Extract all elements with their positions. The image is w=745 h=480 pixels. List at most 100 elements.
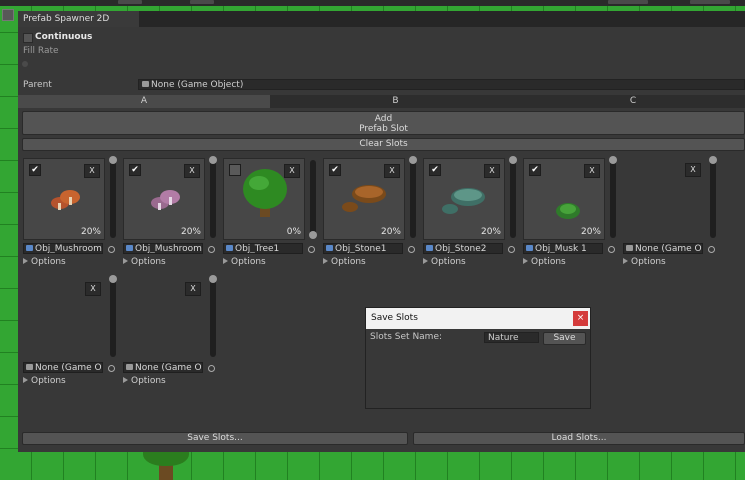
options-label: Options [131, 376, 166, 386]
foldout-arrow-icon [523, 258, 528, 264]
slot-options-foldout[interactable]: Options [423, 257, 466, 267]
slider-knob[interactable] [209, 156, 217, 164]
slot-weight-slider[interactable] [510, 160, 516, 238]
prefab-icon [226, 245, 233, 251]
remove-slot-button[interactable]: X [384, 164, 400, 178]
editor-top-toolbar [0, 0, 745, 6]
remove-slot-button[interactable]: X [185, 282, 201, 296]
slot-enabled-checkbox[interactable]: ✔ [329, 164, 341, 176]
slot-object-name: Obj_Tree1 [235, 244, 280, 254]
object-picker-icon[interactable] [308, 246, 315, 253]
slot-weight-slider[interactable] [610, 160, 616, 238]
slot-thumbnail[interactable]: X [23, 277, 105, 359]
object-picker-icon[interactable] [508, 246, 515, 253]
slot-object-field[interactable]: Obj_Stone2 [423, 243, 503, 254]
slot-weight-slider[interactable] [210, 160, 216, 238]
slider-knob[interactable] [109, 275, 117, 283]
object-picker-icon[interactable] [108, 365, 115, 372]
prefab-icon [126, 364, 133, 370]
slot-options-foldout[interactable]: Options [523, 257, 566, 267]
foldout-arrow-icon [423, 258, 428, 264]
toolbar-button[interactable] [690, 0, 730, 4]
slot-object-field[interactable]: Obj_Tree1 [223, 243, 303, 254]
dialog-save-button[interactable]: Save [543, 332, 586, 345]
slider-knob[interactable] [209, 275, 217, 283]
slot-options-foldout[interactable]: Options [323, 257, 366, 267]
slot-weight-slider[interactable] [110, 279, 116, 357]
load-slots-button[interactable]: Load Slots... [413, 432, 745, 445]
slots-set-name-input[interactable]: Nature [484, 332, 539, 343]
options-label: Options [531, 257, 566, 267]
slot-weight-slider[interactable] [410, 160, 416, 238]
slot-weight-slider[interactable] [310, 160, 316, 238]
remove-slot-button[interactable]: X [84, 164, 100, 178]
object-picker-icon[interactable] [208, 246, 215, 253]
slot-object-field[interactable]: None (Game Ob [123, 362, 203, 373]
slot-options-foldout[interactable]: Options [123, 376, 166, 386]
slot-options-foldout[interactable]: Options [123, 257, 166, 267]
slider-knob[interactable] [409, 156, 417, 164]
slider-knob[interactable] [509, 156, 517, 164]
save-slots-button[interactable]: Save Slots... [22, 432, 408, 445]
window-tab[interactable]: Prefab Spawner 2D [18, 11, 139, 27]
slot-object-field[interactable]: Obj_Mushroom1 [23, 243, 103, 254]
slot-weight-slider[interactable] [210, 279, 216, 357]
remove-slot-button[interactable]: X [184, 164, 200, 178]
close-icon[interactable]: × [573, 311, 588, 326]
slot-thumbnail[interactable]: X [123, 277, 205, 359]
foldout-arrow-icon [23, 377, 28, 383]
object-picker-icon[interactable] [408, 246, 415, 253]
column-c-header[interactable]: C [521, 95, 745, 108]
foldout-arrow-icon [23, 258, 28, 264]
remove-slot-button[interactable]: X [85, 282, 101, 296]
toolbar-button[interactable] [608, 0, 648, 4]
slot-enabled-checkbox[interactable] [229, 164, 241, 176]
object-picker-icon[interactable] [608, 246, 615, 253]
remove-slot-button[interactable]: X [484, 164, 500, 178]
scene-tool-icon[interactable] [2, 9, 14, 21]
column-b-header[interactable]: B [270, 95, 522, 108]
slot-enabled-checkbox[interactable]: ✔ [529, 164, 541, 176]
slot-thumbnail[interactable]: X [623, 158, 705, 240]
slot-weight-slider[interactable] [110, 160, 116, 238]
slot-object-name: None (Game Ob [135, 363, 203, 373]
toolbar-button[interactable] [190, 0, 214, 4]
slot-object-field[interactable]: Obj_Stone1 [323, 243, 403, 254]
slider-knob[interactable] [709, 156, 717, 164]
clear-slots-button[interactable]: Clear Slots [22, 138, 745, 151]
parent-object-field[interactable]: None (Game Object) [138, 79, 745, 90]
fill-rate-slider[interactable] [22, 61, 28, 67]
slot-object-field[interactable]: None (Game Ob [623, 243, 703, 254]
slot-thumbnail[interactable]: X 0% [223, 158, 305, 240]
column-a-header[interactable]: A [18, 95, 271, 108]
remove-slot-button[interactable]: X [584, 164, 600, 178]
slot-thumbnail[interactable]: ✔ X 20% [523, 158, 605, 240]
slot-thumbnail[interactable]: ✔ X 20% [123, 158, 205, 240]
object-picker-icon[interactable] [708, 246, 715, 253]
continuous-checkbox[interactable] [23, 33, 33, 43]
slot-thumbnail[interactable]: ✔ X 20% [323, 158, 405, 240]
slot-weight-slider[interactable] [710, 160, 716, 238]
object-picker-icon[interactable] [208, 365, 215, 372]
remove-slot-button[interactable]: X [284, 164, 300, 178]
slot-options-foldout[interactable]: Options [23, 376, 66, 386]
slot-enabled-checkbox[interactable]: ✔ [429, 164, 441, 176]
slot-thumbnail[interactable]: ✔ X 20% [23, 158, 105, 240]
slot-enabled-checkbox[interactable]: ✔ [29, 164, 41, 176]
slider-knob[interactable] [109, 156, 117, 164]
slot-enabled-checkbox[interactable]: ✔ [129, 164, 141, 176]
slot-thumbnail[interactable]: ✔ X 20% [423, 158, 505, 240]
slider-knob[interactable] [609, 156, 617, 164]
slot-object-field[interactable]: Obj_Mushroom2 [123, 243, 203, 254]
foldout-arrow-icon [123, 377, 128, 383]
slot-options-foldout[interactable]: Options [223, 257, 266, 267]
slider-knob[interactable] [309, 231, 317, 239]
slot-options-foldout[interactable]: Options [23, 257, 66, 267]
add-prefab-slot-button[interactable]: Add Prefab Slot [22, 111, 745, 135]
object-picker-icon[interactable] [108, 246, 115, 253]
slot-object-field[interactable]: None (Game Ob [23, 362, 103, 373]
slot-options-foldout[interactable]: Options [623, 257, 666, 267]
slot-object-field[interactable]: Obj_Musk 1 [523, 243, 603, 254]
remove-slot-button[interactable]: X [685, 163, 701, 177]
toolbar-button[interactable] [118, 0, 142, 4]
